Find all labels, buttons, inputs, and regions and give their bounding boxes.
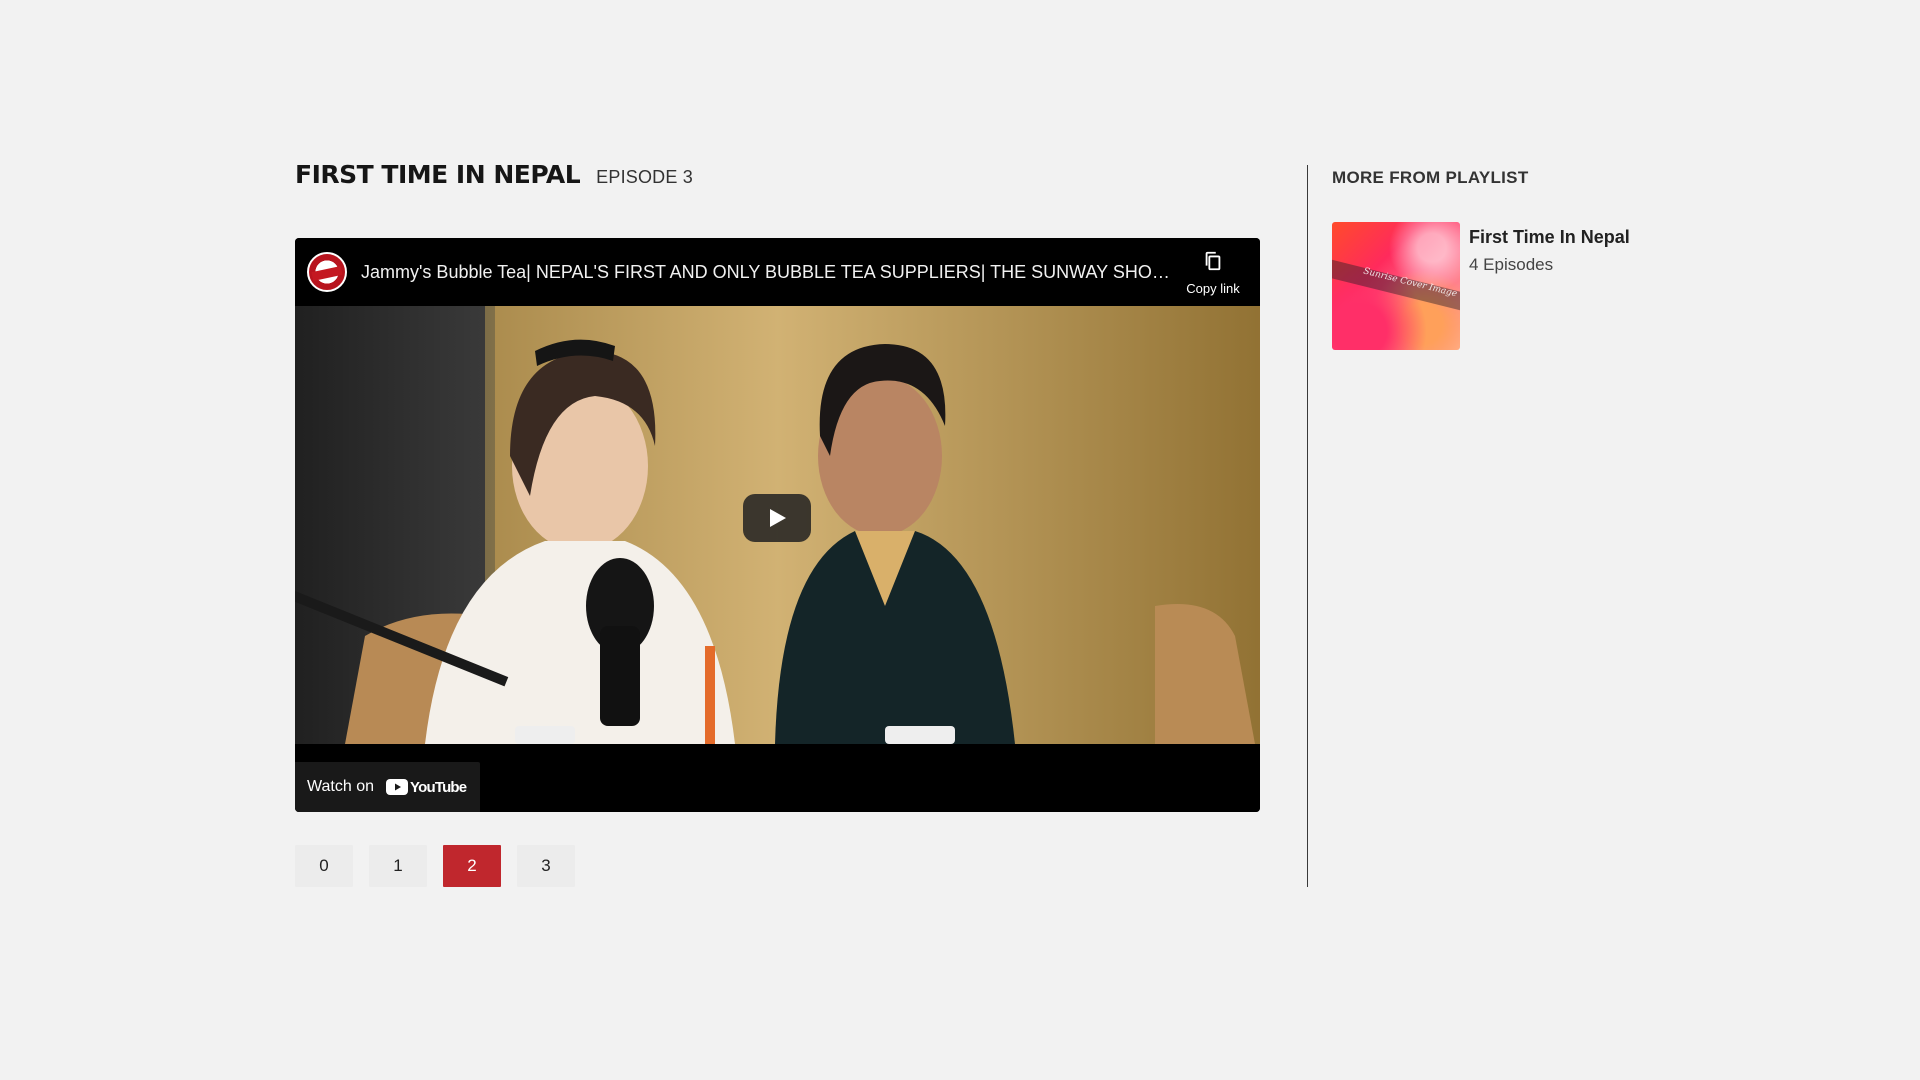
- copy-link-label: Copy link: [1186, 281, 1240, 296]
- player-top-bar: Jammy's Bubble Tea| NEPAL'S FIRST AND ON…: [295, 238, 1260, 306]
- page-title: FIRST TIME IN NEPAL: [295, 160, 581, 189]
- page-button-2[interactable]: 2: [443, 845, 501, 887]
- episode-label: EPISODE 3: [596, 167, 693, 187]
- page-button-1[interactable]: 1: [369, 845, 427, 887]
- channel-avatar[interactable]: [307, 252, 347, 292]
- youtube-wordmark: YouTube: [410, 778, 467, 796]
- video-title[interactable]: Jammy's Bubble Tea| NEPAL'S FIRST AND ON…: [361, 262, 1176, 283]
- main-column: FIRST TIME IN NEPAL EPISODE 3 Jammy's Bu…: [295, 160, 1260, 887]
- youtube-icon: [386, 779, 408, 795]
- play-button[interactable]: [743, 494, 811, 542]
- watch-on-label: Watch on: [307, 778, 374, 795]
- playlist-name[interactable]: First Time In Nepal: [1469, 227, 1630, 248]
- column-divider: [1307, 165, 1308, 887]
- playlist-sidebar: MORE FROM PLAYLIST Sunrise Cover Image F…: [1332, 168, 1712, 350]
- page-button-3[interactable]: 3: [517, 845, 575, 887]
- sidebar-heading: MORE FROM PLAYLIST: [1332, 168, 1529, 187]
- player-bottom-bar: Watch on YouTube: [295, 744, 1260, 812]
- watch-on-youtube-button[interactable]: Watch on YouTube: [295, 762, 481, 812]
- copy-icon: [1205, 251, 1221, 271]
- page-button-0[interactable]: 0: [295, 845, 353, 887]
- playlist-episode-count: 4 Episodes: [1469, 255, 1554, 274]
- title-row: FIRST TIME IN NEPAL EPISODE 3: [295, 160, 1260, 212]
- playlist-card[interactable]: Sunrise Cover Image First Time In Nepal …: [1332, 222, 1712, 350]
- playlist-info: First Time In Nepal 4 Episodes: [1469, 222, 1630, 350]
- playlist-thumbnail[interactable]: Sunrise Cover Image: [1332, 222, 1460, 350]
- copy-link-button[interactable]: Copy link: [1178, 250, 1248, 296]
- episode-pagination: 0 1 2 3: [295, 845, 591, 887]
- video-player[interactable]: Jammy's Bubble Tea| NEPAL'S FIRST AND ON…: [295, 238, 1260, 812]
- play-icon: [770, 509, 786, 527]
- youtube-logo: YouTube: [386, 778, 467, 796]
